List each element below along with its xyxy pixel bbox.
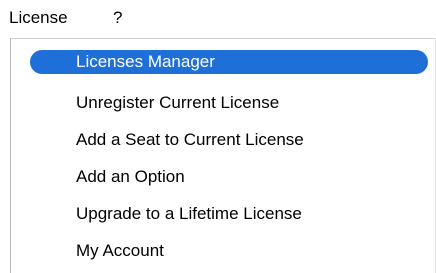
menu-bar: License ? [0, 0, 436, 36]
menu-item-licenses-manager[interactable]: Licenses Manager [11, 50, 435, 78]
menu-help[interactable]: ? [113, 8, 122, 28]
menu-item-add-option[interactable]: Add an Option [11, 163, 435, 191]
menu-item-label: Unregister Current License [76, 93, 280, 112]
menu-item-label: Licenses Manager [76, 52, 215, 71]
menu-item-label: Upgrade to a Lifetime License [76, 204, 302, 223]
menu-item-label: Add an Option [76, 167, 185, 186]
menu-item-label: Add a Seat to Current License [76, 130, 304, 149]
menu-item-my-account[interactable]: My Account [11, 237, 435, 265]
menu-item-unregister-license[interactable]: Unregister Current License [11, 89, 435, 117]
menu-license[interactable]: License [9, 8, 68, 28]
menu-item-upgrade-lifetime[interactable]: Upgrade to a Lifetime License [11, 200, 435, 228]
license-dropdown-menu: Licenses Manager Unregister Current Lice… [10, 38, 435, 273]
menu-item-label: My Account [76, 241, 164, 260]
menu-item-add-seat[interactable]: Add a Seat to Current License [11, 126, 435, 154]
